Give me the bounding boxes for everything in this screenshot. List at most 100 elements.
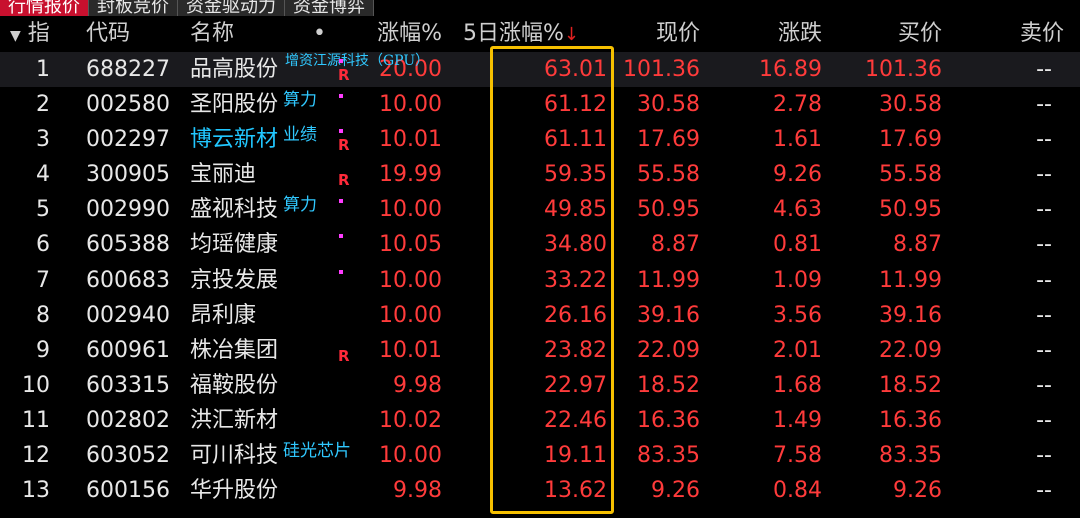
dropdown-triangle-icon[interactable]: ▼ bbox=[10, 28, 21, 44]
price-value: 9.26 bbox=[651, 478, 700, 504]
stock-code: 300905 bbox=[86, 162, 170, 188]
table-row[interactable]: 5 002990 盛视科技 10.00 49.85 50.95 4.63 50.95 -- 算力 bbox=[0, 192, 1080, 227]
ask-value: -- bbox=[1036, 478, 1052, 504]
table-row[interactable]: 6 605388 均瑶健康 10.05 34.80 8.87 0.81 8.87 -- bbox=[0, 227, 1080, 262]
five-day-pct-value: 33.22 bbox=[544, 267, 607, 293]
change-value: 16.89 bbox=[759, 57, 822, 82]
stock-name: 福鞍股份 bbox=[190, 372, 279, 398]
row-index: 13 bbox=[22, 478, 50, 504]
price-value: 17.69 bbox=[637, 127, 700, 153]
change-value: 1.49 bbox=[773, 407, 822, 433]
stock-name: 华升股份 bbox=[190, 478, 279, 504]
stock-name: 洪汇新材 bbox=[190, 407, 279, 433]
change-pct-value: 10.00 bbox=[379, 443, 442, 469]
table-row[interactable]: 3 002297 博云新材 10.01 61.11 17.69 1.61 17.69 -- 业绩 R bbox=[0, 122, 1080, 157]
pink-dot-icon bbox=[339, 269, 343, 274]
change-value: 1.61 bbox=[773, 127, 822, 153]
tab-limit-auction[interactable]: 封板竞价 bbox=[89, 0, 178, 16]
stock-code: 002990 bbox=[86, 197, 170, 223]
change-pct-value: 10.00 bbox=[379, 92, 442, 118]
price-value: 30.58 bbox=[637, 92, 700, 118]
name-column-header[interactable]: 名称 bbox=[190, 16, 234, 52]
five-day-pct-value: 19.11 bbox=[544, 443, 607, 469]
five-day-pct-value: 61.11 bbox=[544, 127, 607, 153]
change-pct-value: 10.05 bbox=[379, 232, 442, 258]
bid-value: 50.95 bbox=[879, 197, 942, 223]
change-pct-value: 9.98 bbox=[393, 478, 442, 504]
tab-bar: 行情报价 封板竞价 资金驱动力 资金博弈 bbox=[0, 0, 374, 16]
code-column-header[interactable]: 代码 bbox=[86, 16, 130, 52]
row-index: 4 bbox=[36, 162, 50, 188]
ask-value: -- bbox=[1036, 232, 1052, 258]
stock-name: 盛视科技 bbox=[190, 197, 279, 223]
tab-fund-game[interactable]: 资金博弈 bbox=[285, 0, 374, 16]
quote-table: 1 688227 品高股份 20.00 63.01 101.36 16.89 101.36 --… bbox=[0, 52, 1080, 508]
stock-name: 京投发展 bbox=[190, 267, 279, 293]
table-row[interactable]: 7 600683 京投发展 10.00 33.22 11.99 1.09 11.99 -- bbox=[0, 263, 1080, 298]
table-row[interactable]: 11 002802 洪汇新材 10.02 22.46 16.36 1.49 16.36 -- bbox=[0, 403, 1080, 438]
stock-name: 均瑶健康 bbox=[190, 232, 279, 258]
five-day-pct-column-header[interactable]: 5日涨幅%↓ bbox=[463, 16, 579, 52]
bid-value: 8.87 bbox=[893, 232, 942, 258]
price-column-header[interactable]: 现价 bbox=[656, 16, 700, 52]
stock-code: 603052 bbox=[86, 443, 170, 469]
row-index: 10 bbox=[22, 372, 50, 398]
change-value: 9.26 bbox=[773, 162, 822, 188]
change-value: 0.81 bbox=[773, 232, 822, 258]
ask-value: -- bbox=[1036, 57, 1052, 82]
table-row[interactable]: 10 603315 福鞍股份 9.98 22.97 18.52 1.68 18.52 -- bbox=[0, 368, 1080, 403]
bid-value: 101.36 bbox=[865, 57, 942, 82]
change-pct-column-header[interactable]: 涨幅% bbox=[377, 16, 442, 52]
tab-fund-drive[interactable]: 资金驱动力 bbox=[178, 0, 285, 16]
change-pct-value: 9.98 bbox=[393, 372, 442, 398]
ask-value: -- bbox=[1036, 267, 1052, 293]
change-column-header[interactable]: 涨跌 bbox=[778, 16, 822, 52]
stock-name: 可川科技 bbox=[190, 443, 279, 469]
stock-code: 600683 bbox=[86, 267, 170, 293]
bid-value: 83.35 bbox=[879, 443, 942, 469]
stock-name: 株冶集团 bbox=[190, 337, 279, 363]
bid-value: 55.58 bbox=[879, 162, 942, 188]
stock-code: 600156 bbox=[86, 478, 170, 504]
table-row[interactable]: 12 603052 可川科技 10.00 19.11 83.35 7.58 83.35 -- 硅光… bbox=[0, 438, 1080, 473]
stock-code: 002802 bbox=[86, 407, 170, 433]
dot-column-header[interactable]: • bbox=[313, 16, 326, 52]
concept-tag: 算力 bbox=[283, 195, 317, 216]
bid-column-header[interactable]: 买价 bbox=[898, 16, 942, 52]
bid-value: 18.52 bbox=[879, 372, 942, 398]
index-column-header[interactable]: ▼ 指 bbox=[10, 16, 50, 52]
ask-value: -- bbox=[1036, 197, 1052, 223]
price-value: 101.36 bbox=[623, 57, 700, 82]
r-badge-icon: R bbox=[338, 171, 350, 190]
table-row[interactable]: 8 002940 昂利康 10.00 26.16 39.16 3.56 39.16 -- bbox=[0, 298, 1080, 333]
tab-market-quotes[interactable]: 行情报价 bbox=[0, 0, 89, 16]
pink-dot-icon bbox=[339, 234, 343, 239]
row-index: 7 bbox=[36, 267, 50, 293]
price-value: 8.87 bbox=[651, 232, 700, 258]
table-row[interactable]: 13 600156 华升股份 9.98 13.62 9.26 0.84 9.26 -- bbox=[0, 473, 1080, 508]
change-pct-value: 10.00 bbox=[379, 267, 442, 293]
stock-code: 600961 bbox=[86, 337, 170, 363]
row-index: 12 bbox=[22, 443, 50, 469]
price-value: 50.95 bbox=[637, 197, 700, 223]
stock-code: 002297 bbox=[86, 127, 170, 153]
bid-value: 9.26 bbox=[893, 478, 942, 504]
bid-value: 39.16 bbox=[879, 302, 942, 328]
sort-desc-arrow-icon: ↓ bbox=[563, 24, 579, 45]
change-pct-value: 10.02 bbox=[379, 407, 442, 433]
ask-column-header[interactable]: 卖价 bbox=[1020, 16, 1064, 52]
bid-value: 11.99 bbox=[879, 267, 942, 293]
change-value: 1.68 bbox=[773, 372, 822, 398]
price-value: 11.99 bbox=[637, 267, 700, 293]
concept-tag: 算力 bbox=[283, 90, 317, 111]
stock-code: 605388 bbox=[86, 232, 170, 258]
price-value: 22.09 bbox=[637, 337, 700, 363]
pink-dot-icon bbox=[339, 129, 343, 134]
ask-value: -- bbox=[1036, 337, 1052, 363]
table-row[interactable]: 4 300905 宝丽迪 19.99 59.35 55.58 9.26 55.58 -- R bbox=[0, 157, 1080, 192]
table-header: ▼ 指 代码 名称 • 涨幅% 5日涨幅%↓ 现价 涨跌 买价 卖价 bbox=[0, 16, 1080, 52]
table-row[interactable]: 1 688227 品高股份 20.00 63.01 101.36 16.89 101.36 --… bbox=[0, 52, 1080, 88]
row-index: 6 bbox=[36, 232, 50, 258]
table-row[interactable]: 9 600961 株冶集团 10.01 23.82 22.09 2.01 22.09 -- R bbox=[0, 333, 1080, 368]
table-row[interactable]: 2 002580 圣阳股份 10.00 61.12 30.58 2.78 30.58 -- 算力 bbox=[0, 87, 1080, 122]
